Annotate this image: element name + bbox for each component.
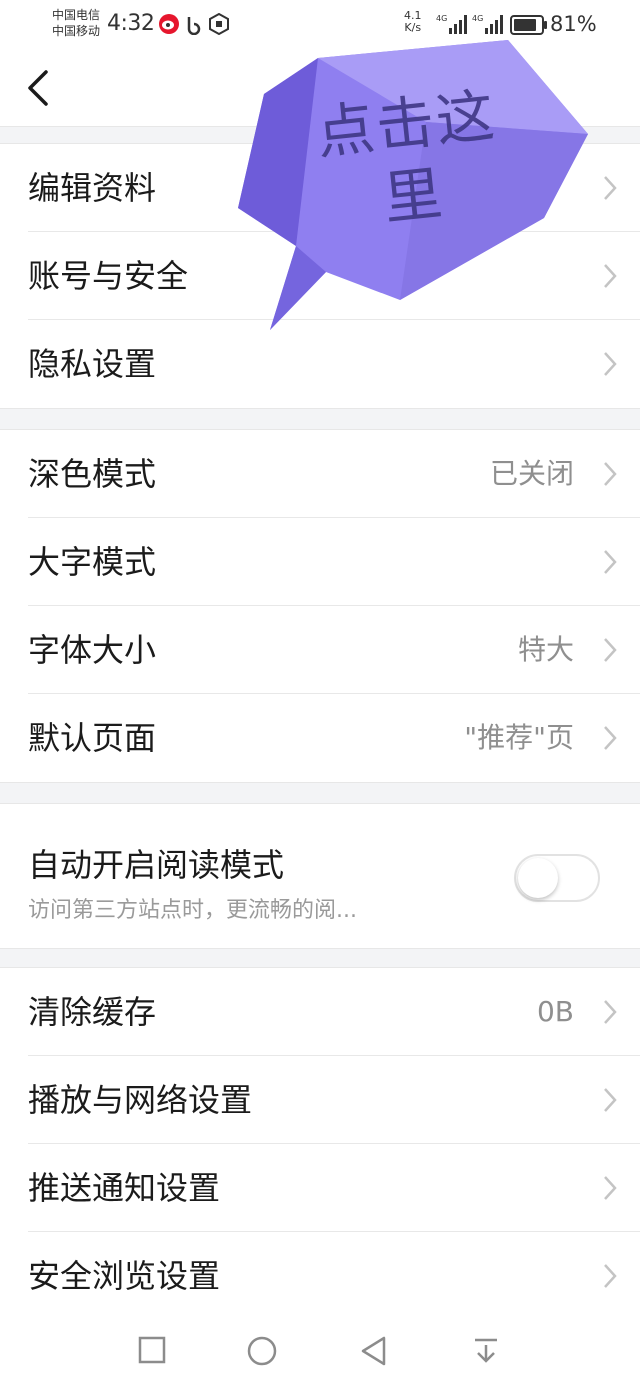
weibo-notification-icon: [159, 14, 179, 34]
display-section: 深色模式 已关闭 大字模式 字体大小 特大 默认页面 "推荐"页: [0, 430, 640, 782]
row-label: 播放与网络设置: [28, 1081, 253, 1119]
row-label: 安全浏览设置: [28, 1257, 221, 1295]
signal-icon: 4G: [436, 14, 467, 34]
reading-mode-subtitle: 访问第三方站点时，更流畅的阅...: [28, 898, 357, 923]
row-label: 大字模式: [28, 543, 157, 581]
back-chevron-icon[interactable]: [26, 68, 52, 108]
chevron-right-icon: [604, 176, 617, 200]
settings-row-clear-cache[interactable]: 清除缓存 0B: [0, 968, 640, 1056]
settings-row-reading-mode: 自动开启阅读模式 访问第三方站点时，更流畅的阅...: [0, 804, 640, 950]
row-value: 0B: [536, 995, 574, 1028]
row-value: "推荐"页: [464, 721, 574, 754]
chevron-right-icon: [604, 462, 617, 486]
row-label: 字体大小: [28, 631, 157, 669]
svg-text:4G: 4G: [436, 14, 447, 23]
row-value: 特大: [517, 633, 574, 666]
chevron-right-icon: [604, 1088, 617, 1112]
other-section: 清除缓存 0B 播放与网络设置 推送通知设置 安全浏览设置: [0, 968, 640, 1320]
carrier-1: 中国电信: [52, 8, 101, 22]
section-separator: [0, 948, 640, 968]
chevron-right-icon: [604, 1000, 617, 1024]
row-label: 深色模式: [28, 455, 157, 493]
battery-icon: [510, 15, 547, 35]
square-recent-icon[interactable]: [137, 1335, 167, 1365]
carrier-info: 中国电信 中国移动: [52, 7, 100, 39]
pull-down-icon[interactable]: [472, 1335, 500, 1367]
chevron-right-icon: [604, 264, 617, 288]
app-notification-icon: [209, 13, 229, 35]
settings-row-dark-mode[interactable]: 深色模式 已关闭: [0, 430, 640, 518]
toggle-knob: [518, 858, 558, 898]
settings-row-privacy[interactable]: 隐私设置: [0, 320, 640, 408]
click-here-text: 点击这 里: [293, 77, 527, 243]
chevron-right-icon: [604, 638, 617, 662]
circle-home-icon[interactable]: [246, 1335, 278, 1367]
row-value: 已关闭: [489, 457, 574, 490]
chevron-right-icon: [604, 1264, 617, 1288]
battery-percent: 81%: [550, 12, 597, 36]
settings-row-font-size[interactable]: 字体大小 特大: [0, 606, 640, 694]
row-label: 清除缓存: [28, 993, 157, 1031]
settings-row-default-page[interactable]: 默认页面 "推荐"页: [0, 694, 640, 782]
status-time: 4:32: [107, 11, 155, 36]
system-nav-bar: [0, 1323, 640, 1387]
triangle-back-icon[interactable]: [359, 1335, 389, 1367]
svg-text:4G: 4G: [472, 14, 483, 23]
chevron-right-icon: [604, 550, 617, 574]
chevron-right-icon: [604, 726, 617, 750]
settings-row-safe-browsing[interactable]: 安全浏览设置: [0, 1232, 640, 1320]
chevron-right-icon: [604, 1176, 617, 1200]
section-separator: [0, 782, 640, 804]
chevron-right-icon: [604, 352, 617, 376]
net-speed-unit: K/s: [404, 21, 422, 34]
row-label: 账号与安全: [28, 257, 189, 295]
reading-mode-toggle[interactable]: [514, 854, 600, 902]
settings-row-push-notifications[interactable]: 推送通知设置: [0, 1144, 640, 1232]
settings-row-large-text[interactable]: 大字模式: [0, 518, 640, 606]
signal-icon-2: 4G: [472, 14, 503, 34]
reading-mode-title: 自动开启阅读模式: [28, 846, 285, 884]
row-label: 隐私设置: [28, 345, 157, 383]
carrier-2: 中国移动: [52, 24, 101, 38]
section-separator: [0, 408, 640, 430]
reading-mode-section: 自动开启阅读模式 访问第三方站点时，更流畅的阅...: [0, 804, 640, 950]
row-label: 编辑资料: [28, 169, 157, 207]
settings-row-playback-network[interactable]: 播放与网络设置: [0, 1056, 640, 1144]
baidu-notification-icon: [187, 17, 201, 35]
row-label: 默认页面: [28, 719, 157, 757]
row-label: 推送通知设置: [28, 1169, 221, 1207]
net-speed: 4.1 K/s: [404, 10, 422, 34]
